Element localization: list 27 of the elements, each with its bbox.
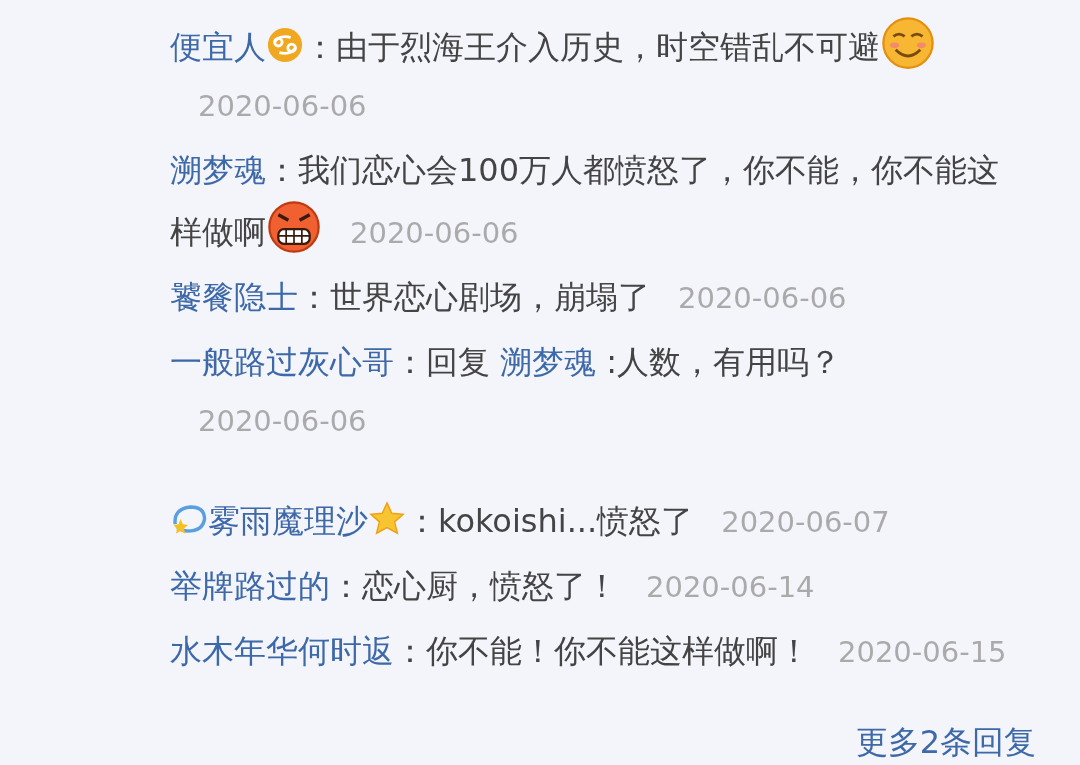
comment-text: 举牌路过的：恋心厨，愤怒了！ 2020-06-14 bbox=[170, 566, 816, 607]
user-name[interactable]: 举牌路过的 bbox=[170, 567, 330, 605]
zodiac-badge-icon bbox=[266, 26, 304, 64]
angry-emoji-icon bbox=[266, 199, 322, 255]
comment-text: 水木年华何时返：你不能！你不能这样做啊！ 2020-06-15 bbox=[170, 631, 1008, 672]
comment-date: 2020-06-06 bbox=[350, 216, 519, 250]
comment-date: 2020-06-06 bbox=[678, 281, 847, 315]
comment-date: 2020-06-06 bbox=[198, 89, 367, 123]
user-name[interactable]: 雾雨魔理沙 bbox=[208, 502, 368, 540]
user-name[interactable]: 溯梦魂 bbox=[170, 151, 266, 189]
comment-date: 2020-06-15 bbox=[838, 635, 1007, 669]
comment-text: 一般路过灰心哥：回复 溯梦魂 :人数，有用吗？ 2020-06-06 bbox=[170, 342, 843, 440]
user-name[interactable]: 便宜人 bbox=[170, 28, 266, 66]
comment-text: 溯梦魂：我们恋心会100万人都愤怒了，你不能，你不能这样做啊 2020-06-06 bbox=[170, 141, 1030, 262]
user-name[interactable]: 一般路过灰心哥 bbox=[170, 343, 394, 381]
reply-user-link[interactable]: 溯梦魂 bbox=[500, 343, 597, 381]
comment-date: 2020-06-14 bbox=[646, 570, 815, 604]
star-icon bbox=[368, 500, 406, 538]
comment-text: 饕餮隐士：世界恋心剧场，崩塌了 2020-06-06 bbox=[170, 277, 848, 318]
user-name[interactable]: 水木年华何时返 bbox=[170, 632, 394, 670]
more-replies-link[interactable]: 更多2条回复 bbox=[855, 721, 1036, 765]
smiley-emoji-icon bbox=[880, 14, 936, 70]
comment-text: 便宜人 ：由于烈海王介入历史，时空错乱不可避 2020-06-06 bbox=[170, 14, 1030, 135]
comment-date: 2020-06-06 bbox=[198, 404, 367, 438]
comment-text: 雾雨魔理沙 ：kokoishi...愤怒了 2020-06-07 bbox=[170, 492, 1030, 551]
comment-date: 2020-06-07 bbox=[721, 505, 890, 539]
user-name[interactable]: 饕餮隐士 bbox=[170, 278, 298, 316]
